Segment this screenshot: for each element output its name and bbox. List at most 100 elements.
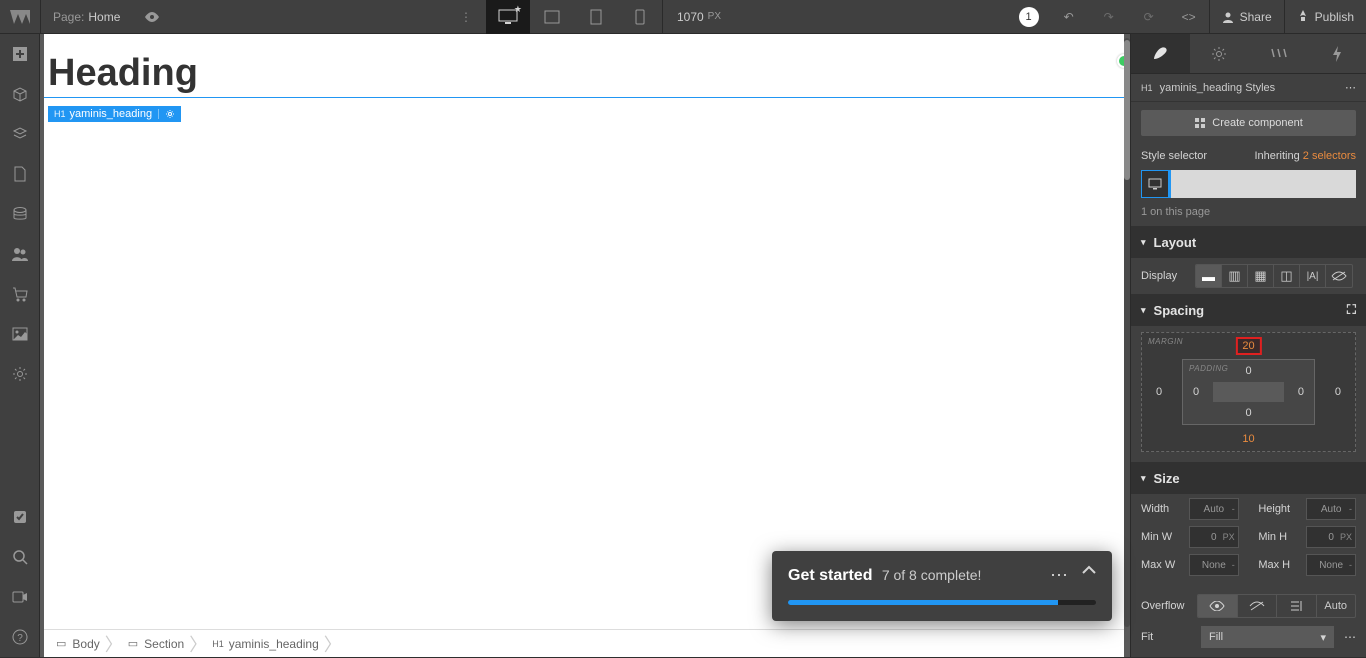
maxw-label: Max W [1141, 559, 1183, 571]
element-badge-name: yaminis_heading [70, 108, 153, 120]
display-none-btn[interactable] [1326, 265, 1352, 287]
undo-icon[interactable]: ↶ [1049, 0, 1089, 34]
tab-effects[interactable] [1249, 34, 1308, 73]
height-label: Height [1258, 503, 1300, 515]
box-icon[interactable] [0, 74, 40, 114]
style-selector-header: Style selector Inheriting 2 selectors [1131, 144, 1366, 166]
spacing-expand-icon[interactable]: ⛶ [1347, 302, 1356, 318]
code-icon[interactable]: <> [1169, 0, 1209, 34]
overflow-auto-btn[interactable]: Auto [1317, 595, 1356, 617]
right-panel: H1 yaminis_heading Styles ⋯ Create compo… [1130, 34, 1366, 657]
canvas[interactable]: Heading H1 yaminis_heading [44, 34, 1124, 629]
overflow-hidden-btn[interactable] [1238, 595, 1278, 617]
viewport-size[interactable]: 1070 PX [662, 0, 735, 34]
notification-badge[interactable]: 1 [1019, 7, 1039, 27]
get-started-progress [788, 600, 1096, 605]
add-element-icon[interactable] [0, 34, 40, 74]
style-selector-input[interactable] [1141, 170, 1356, 198]
more-vertical-icon[interactable]: ⋮ [446, 0, 486, 34]
cms-icon[interactable] [0, 194, 40, 234]
section-size[interactable]: ▾ Size [1131, 462, 1366, 494]
chevron-down-icon: ▾ [1320, 631, 1326, 644]
width-label: Width [1141, 503, 1183, 515]
gear-icon[interactable] [158, 109, 175, 119]
right-panel-tabs [1131, 34, 1366, 74]
section-icon: ▭ [128, 637, 138, 650]
assets-icon[interactable] [0, 314, 40, 354]
viewport-width-value: 1070 [677, 10, 704, 24]
selector-state-icon[interactable] [1141, 170, 1169, 198]
ecommerce-icon[interactable] [0, 274, 40, 314]
margin-left-input[interactable]: 0 [1156, 386, 1162, 398]
redo-icon[interactable]: ↷ [1089, 0, 1129, 34]
device-group: ★ [486, 0, 662, 34]
element-badge[interactable]: H1 yaminis_heading [48, 106, 181, 122]
more-horizontal-icon[interactable]: ⋯ [1345, 81, 1356, 94]
scrollbar-thumb[interactable] [1124, 40, 1130, 180]
spacing-inner-box [1213, 382, 1284, 402]
padding-right-input[interactable]: 0 [1298, 386, 1304, 398]
overflow-scroll-btn[interactable] [1277, 595, 1317, 617]
margin-bottom-input[interactable]: 10 [1242, 433, 1254, 445]
create-component-button[interactable]: Create component [1141, 110, 1356, 136]
breadcrumb-element[interactable]: H1 yaminis_heading 〉 [206, 630, 341, 658]
search-icon[interactable] [0, 537, 40, 577]
padding-bottom-input[interactable]: 0 [1245, 407, 1251, 419]
rocket-icon [1297, 10, 1309, 24]
brand-logo[interactable] [0, 0, 40, 34]
share-button[interactable]: Share [1209, 0, 1284, 34]
tab-settings[interactable] [1190, 34, 1249, 73]
progress-bar-fill [788, 600, 1058, 605]
display-block-btn[interactable]: ▬ [1196, 265, 1222, 287]
section-spacing[interactable]: ▾ Spacing ⛶ [1131, 294, 1366, 326]
overflow-visible-btn[interactable] [1198, 595, 1238, 617]
padding-top-input[interactable]: 0 [1245, 365, 1251, 377]
checklist-icon[interactable] [0, 497, 40, 537]
vertical-scrollbar[interactable] [1124, 38, 1130, 627]
display-row: Display ▬ ▥ ▦ ◫ |A| [1131, 258, 1366, 294]
users-icon[interactable] [0, 234, 40, 274]
preview-icon[interactable] [132, 0, 172, 34]
viewport-unit: PX [708, 11, 721, 22]
settings-icon[interactable] [0, 354, 40, 394]
device-tablet-btn[interactable] [530, 0, 574, 34]
help-icon[interactable]: ? [0, 617, 40, 657]
get-started-title: Get started [788, 567, 872, 584]
padding-left-input[interactable]: 0 [1193, 386, 1199, 398]
get-started-subtitle: 7 of 8 complete! [882, 567, 982, 583]
display-flex-btn[interactable]: ▥ [1222, 265, 1248, 287]
width-input[interactable]: Auto- [1189, 498, 1239, 520]
margin-top-input[interactable]: 20 [1237, 339, 1259, 353]
device-mobile-btn[interactable] [618, 0, 662, 34]
fit-more-icon[interactable]: ⋯ [1344, 630, 1356, 644]
tab-interactions[interactable] [1307, 34, 1366, 73]
sync-icon[interactable]: ⟳ [1129, 0, 1169, 34]
display-inline-block-btn[interactable]: ◫ [1274, 265, 1300, 287]
margin-right-input[interactable]: 0 [1335, 386, 1341, 398]
inheriting-link[interactable]: 2 selectors [1303, 150, 1356, 162]
breadcrumb-body[interactable]: ▭ Body 〉 [50, 630, 122, 658]
height-input[interactable]: Auto- [1306, 498, 1356, 520]
page-selector[interactable]: Page: Home [40, 0, 132, 34]
section-layout[interactable]: ▾ Layout [1131, 226, 1366, 258]
breadcrumb-section[interactable]: ▭ Section 〉 [122, 630, 206, 658]
display-inline-btn[interactable]: |A| [1300, 265, 1326, 287]
tab-style[interactable] [1131, 34, 1190, 73]
minh-input[interactable]: 0PX [1306, 526, 1356, 548]
maxh-input[interactable]: None- [1306, 554, 1356, 576]
fit-select[interactable]: Fill ▾ [1201, 626, 1334, 648]
device-tablet-portrait-btn[interactable] [574, 0, 618, 34]
minw-input[interactable]: 0PX [1189, 526, 1239, 548]
component-icon [1194, 117, 1206, 129]
more-horizontal-icon[interactable]: ⋯ [1050, 565, 1068, 586]
chevron-up-icon[interactable] [1082, 565, 1096, 586]
on-page-count: 1 on this page [1131, 202, 1366, 226]
heading-element[interactable]: Heading [44, 34, 1124, 97]
publish-button[interactable]: Publish [1284, 0, 1366, 34]
display-grid-btn[interactable]: ▦ [1248, 265, 1274, 287]
layers-icon[interactable] [0, 114, 40, 154]
video-icon[interactable] [0, 577, 40, 617]
device-desktop-btn[interactable]: ★ [486, 0, 530, 34]
pages-icon[interactable] [0, 154, 40, 194]
maxw-input[interactable]: None- [1189, 554, 1239, 576]
